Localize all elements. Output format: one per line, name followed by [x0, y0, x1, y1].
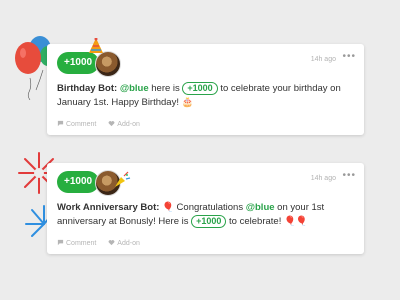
birthday-post-card: +1000 14h ago ••• Birthday Bot: @blue he…: [47, 38, 364, 135]
post-timestamp: 14h ago: [310, 56, 336, 63]
more-options-button[interactable]: •••: [342, 171, 356, 181]
balloon-emoji-icon: 🎈: [162, 202, 174, 213]
cake-emoji-icon: 🎂: [181, 97, 194, 108]
post-message: Work Anniversary Bot: 🎈 Congratulations …: [47, 201, 364, 229]
add-on-label: Add-on: [117, 240, 140, 247]
post-message: Birthday Bot: @blue here is +1000 to cel…: [47, 82, 364, 110]
post-header: +1000 14h ago •••: [47, 38, 364, 82]
balloon-emoji-icon: 🎈🎈: [283, 216, 308, 227]
inline-amount-badge: +1000: [182, 82, 218, 95]
bot-name: Birthday Bot:: [57, 83, 118, 94]
anniversary-post-card: +1000 14h ago ••• Work Anniversary Bot: …: [47, 163, 364, 254]
comment-button[interactable]: Comment: [57, 120, 98, 128]
inline-amount-badge: +1000: [191, 215, 227, 228]
party-hat-icon: [89, 38, 103, 53]
comment-label: Comment: [66, 240, 97, 247]
user-mention[interactable]: @blue: [120, 83, 149, 94]
message-text: here is: [148, 83, 183, 94]
message-text: Congratulations: [173, 202, 246, 213]
post-timestamp: 14h ago: [310, 175, 336, 182]
post-actions: Comment Add-on: [57, 120, 150, 128]
comment-icon: [57, 239, 64, 246]
points-badge[interactable]: +1000: [57, 171, 100, 193]
more-options-button[interactable]: •••: [342, 52, 356, 62]
add-on-label: Add-on: [117, 121, 140, 128]
user-mention[interactable]: @blue: [246, 202, 275, 213]
party-popper-icon: [115, 171, 131, 187]
add-on-button[interactable]: Add-on: [108, 240, 140, 247]
comment-icon: [57, 120, 64, 127]
comment-button[interactable]: Comment: [57, 239, 98, 247]
comment-label: Comment: [66, 121, 97, 128]
add-on-button[interactable]: Add-on: [108, 121, 140, 128]
avatar[interactable]: [95, 51, 121, 77]
heart-icon: [108, 121, 115, 127]
heart-icon: [108, 240, 115, 246]
points-badge[interactable]: +1000: [57, 52, 100, 74]
bot-name: Work Anniversary Bot:: [57, 202, 160, 213]
post-header: +1000 14h ago •••: [47, 163, 364, 201]
post-actions: Comment Add-on: [57, 239, 150, 247]
message-text: to celebrate!: [226, 216, 284, 227]
